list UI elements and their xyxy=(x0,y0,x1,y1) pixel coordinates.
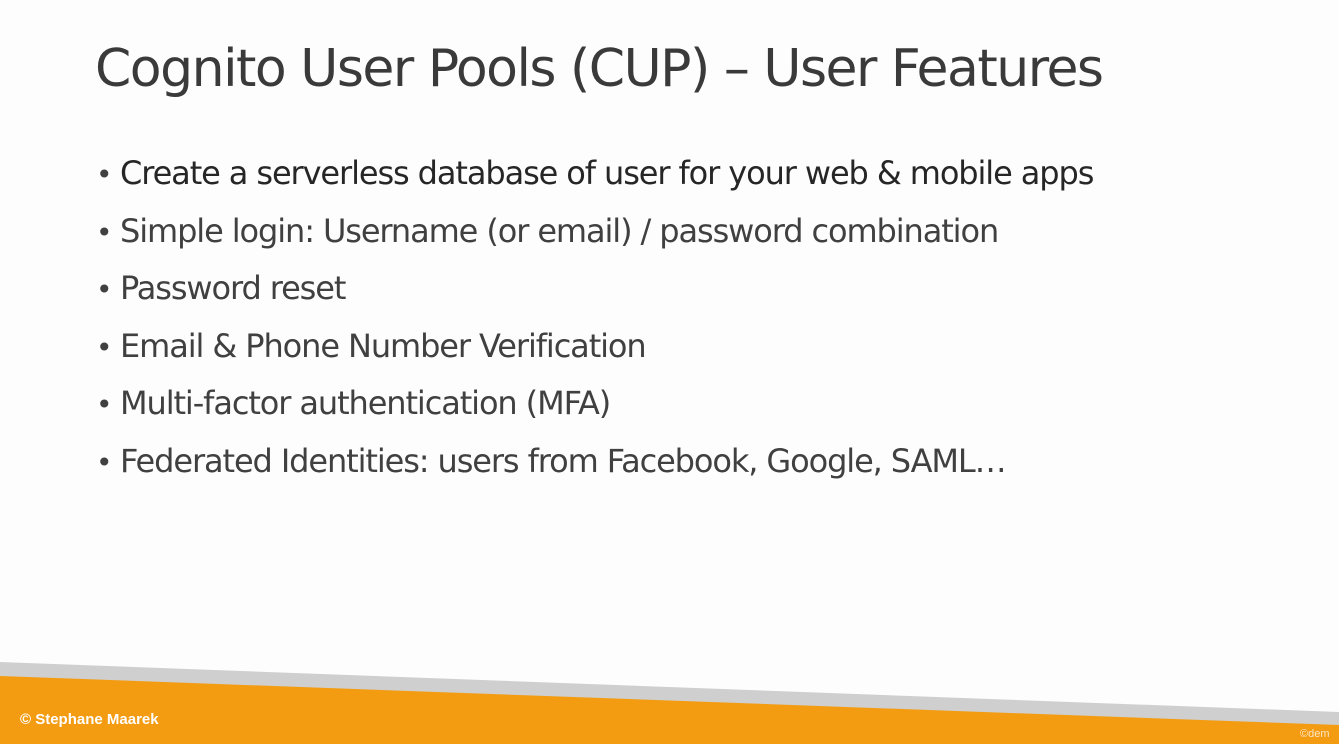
bullet-dot: • xyxy=(96,273,113,306)
footer-orange-band xyxy=(0,676,1339,744)
bullet-text: Federated Identities: users from Faceboo… xyxy=(120,441,1007,480)
bullet-item: • Multi-factor authentication (MFA) xyxy=(96,380,1093,438)
bullet-dot: • xyxy=(96,158,113,191)
bullet-item: • Create a serverless database of user fo… xyxy=(96,150,1094,208)
bullet-text: Multi-factor authentication (MFA) xyxy=(120,384,611,422)
bullet-dot: • xyxy=(96,330,113,364)
bullet-text: Email & Phone Number Verification xyxy=(120,326,647,365)
bullet-dot: • xyxy=(96,388,113,421)
slide: Cognito User Pools (CUP) – User Features… xyxy=(0,0,1339,744)
bullet-item: • Simple login: Username (or email) / pas… xyxy=(96,208,1093,266)
bullet-text: Password reset xyxy=(120,269,346,307)
bullet-text: Create a serverless database of user for… xyxy=(120,154,1094,192)
bullet-dot: • xyxy=(96,445,113,479)
footer-gray-stripe xyxy=(0,662,1339,744)
bullet-list: • Create a serverless database of user fo… xyxy=(96,150,1094,496)
bullet-item: • Email & Phone Number Verification xyxy=(96,323,1093,381)
watermark-text: ©dem xyxy=(1300,728,1330,740)
slide-title: Cognito User Pools (CUP) – User Features xyxy=(95,39,1104,99)
copyright-text: © Stephane Maarek xyxy=(20,711,159,728)
bullet-text: Simple login: Username (or email) / pass… xyxy=(120,211,999,250)
bullet-item: • Password reset xyxy=(96,265,1093,323)
bullet-item: • Federated Identities: users from Facebo… xyxy=(96,438,1093,496)
bullet-dot: • xyxy=(96,215,113,249)
